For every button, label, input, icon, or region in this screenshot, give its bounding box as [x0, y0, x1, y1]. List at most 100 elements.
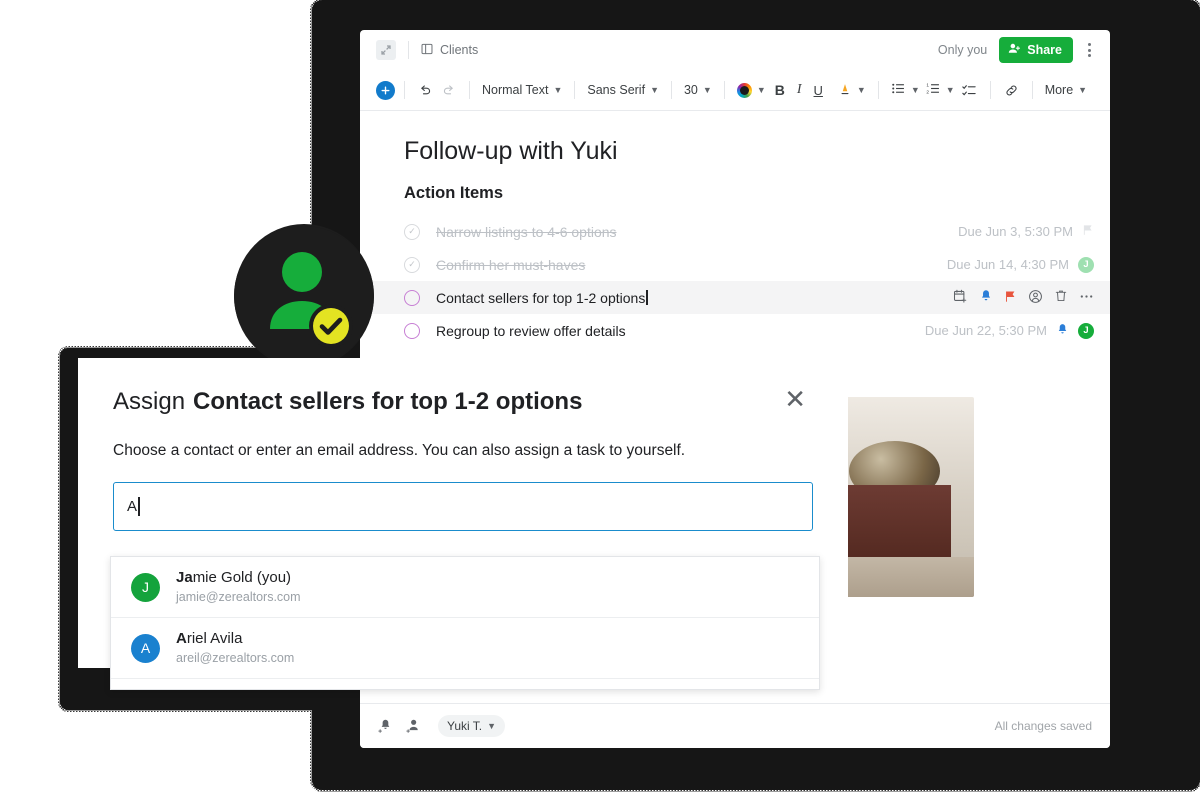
person-add-icon[interactable] — [406, 718, 422, 734]
assign-person-badge-icon — [234, 226, 374, 366]
font-family-label: Sans Serif — [587, 83, 646, 97]
table-row[interactable]: ✓ Narrow listings to 4-6 options Due Jun… — [360, 215, 1110, 248]
text-color-wheel-icon — [736, 82, 752, 98]
toolbar-divider-3 — [574, 81, 576, 99]
suggestion-list-padding — [111, 679, 819, 689]
assignee-suggestion-list: J Jamie Gold (you) jamie@zerealtors.com … — [110, 556, 820, 690]
checkbox-icon[interactable]: ✓ — [404, 223, 420, 240]
task-label: Narrow listings to 4-6 options — [436, 223, 617, 240]
suggestion-name-match: A — [176, 629, 187, 647]
paragraph-style-label: Normal Text — [482, 83, 549, 97]
collaborator-chip[interactable]: Yuki T. ▼ — [438, 715, 506, 737]
bulleted-list-icon — [891, 81, 906, 99]
italic-button[interactable]: I — [791, 82, 808, 98]
font-size-dropdown[interactable]: 30 ▼ — [681, 81, 715, 99]
more-horizontal-icon[interactable] — [1079, 289, 1094, 307]
assignee-search-input[interactable]: A — [113, 482, 813, 531]
toolbar-divider-4 — [670, 81, 672, 99]
modal-title-prefix: Assign — [113, 388, 186, 415]
suggestion-name: Ariel Avila — [176, 630, 242, 647]
titlebar-divider — [408, 41, 409, 59]
chevron-down-icon: ▼ — [856, 85, 866, 95]
save-status: All changes saved — [994, 719, 1092, 733]
modal-title-task: Contact sellers for top 1-2 options — [193, 388, 583, 415]
calendar-add-icon[interactable] — [953, 289, 968, 307]
toolbar-divider-8 — [1031, 81, 1033, 99]
chevron-down-icon: ▼ — [756, 85, 766, 95]
more-vertical-icon[interactable] — [1083, 39, 1096, 61]
font-family-dropdown[interactable]: Sans Serif ▼ — [584, 81, 662, 99]
text-cursor — [138, 497, 140, 516]
modal-title: Assign Contact sellers for top 1-2 optio… — [78, 358, 848, 416]
toolbar-divider-6 — [877, 81, 879, 99]
flag-icon[interactable] — [1082, 224, 1094, 239]
plus-circle-icon[interactable] — [376, 80, 395, 100]
highlight-pen-icon — [838, 82, 852, 99]
share-label: Share — [1027, 43, 1062, 57]
task-label: Regroup to review offer details — [436, 322, 626, 339]
table-row-active[interactable]: Contact sellers for top 1-2 options — [360, 281, 1110, 314]
redo-icon[interactable] — [437, 81, 460, 100]
suggestion-text: Ariel Avila areil@zerealtors.com — [176, 629, 294, 667]
page-title: Follow-up with Yuki — [404, 137, 618, 165]
toolbar-divider-5 — [723, 81, 725, 99]
flag-icon[interactable] — [1004, 290, 1017, 306]
avatar[interactable]: J — [1078, 322, 1094, 339]
chevron-down-icon: ▼ — [945, 85, 955, 95]
due-date: Due Jun 22, 5:30 PM — [924, 323, 1047, 338]
task-meta: Due Jun 3, 5:30 PM — [958, 224, 1094, 239]
close-icon[interactable]: ✕ — [782, 386, 808, 412]
bell-icon[interactable] — [1056, 323, 1069, 339]
chevron-down-icon: ▼ — [910, 85, 920, 95]
collaborator-label: Yuki T. — [447, 719, 483, 733]
undo-icon[interactable] — [414, 81, 437, 100]
due-date: Due Jun 14, 4:30 PM — [946, 257, 1069, 272]
board-icon — [421, 43, 433, 58]
expand-icon[interactable] — [376, 40, 396, 60]
more-tools-dropdown[interactable]: More ▼ — [1042, 81, 1090, 99]
numbered-list-dropdown[interactable]: 1 2 ▼ — [923, 79, 958, 101]
suggestion-name: Jamie Gold (you) — [176, 569, 291, 586]
bell-add-icon[interactable] — [378, 718, 394, 734]
task-label: Confirm her must-haves — [436, 256, 586, 273]
paragraph-style-dropdown[interactable]: Normal Text ▼ — [479, 81, 565, 99]
suggestion-email: areil@zerealtors.com — [176, 651, 295, 666]
assignee-search-value: A — [127, 498, 138, 515]
trash-icon[interactable] — [1054, 289, 1068, 306]
avatar: A — [131, 633, 160, 663]
breadcrumb[interactable]: Clients — [421, 43, 478, 58]
highlight-dropdown[interactable]: ▼ — [835, 80, 869, 101]
checkbox-icon[interactable]: ✓ — [404, 256, 420, 273]
person-add-icon — [1008, 42, 1021, 58]
avatar[interactable]: J — [1078, 256, 1094, 273]
underline-button[interactable]: U — [808, 83, 829, 98]
suggestion-text: Jamie Gold (you) jamie@zerealtors.com — [176, 568, 301, 606]
toolbar-divider-7 — [989, 81, 991, 99]
section-heading: Action Items — [404, 184, 504, 202]
assign-person-badge-art — [234, 224, 374, 368]
format-toolbar: Normal Text ▼ Sans Serif ▼ 30 ▼ ▼ B I U — [360, 70, 1110, 111]
chevron-down-icon: ▼ — [487, 721, 497, 731]
assign-person-icon[interactable] — [1028, 289, 1043, 307]
list-item[interactable]: J Jamie Gold (you) jamie@zerealtors.com — [111, 557, 819, 618]
checkbox-icon[interactable] — [404, 289, 420, 306]
task-meta: Due Jun 22, 5:30 PM J — [924, 322, 1094, 339]
suggestion-name-rest: mie Gold (you) — [192, 568, 292, 586]
bold-button[interactable]: B — [769, 82, 791, 98]
bell-icon[interactable] — [979, 289, 993, 306]
bulleted-list-dropdown[interactable]: ▼ — [888, 79, 923, 101]
text-cursor — [646, 290, 648, 305]
list-item[interactable]: A Ariel Avila areil@zerealtors.com — [111, 618, 819, 679]
checklist-icon[interactable] — [958, 81, 981, 100]
chevron-down-icon: ▼ — [702, 85, 712, 95]
suggestion-name-match: Ja — [176, 568, 193, 586]
table-row[interactable]: ✓ Confirm her must-haves Due Jun 14, 4:3… — [360, 248, 1110, 281]
table-row[interactable]: Regroup to review offer details Due Jun … — [360, 314, 1110, 347]
link-icon[interactable] — [1000, 81, 1023, 100]
text-color-dropdown[interactable]: ▼ — [734, 81, 769, 100]
share-button[interactable]: Share — [999, 37, 1073, 63]
svg-text:1: 1 — [926, 82, 929, 87]
due-date: Due Jun 3, 5:30 PM — [958, 224, 1073, 239]
svg-text:2: 2 — [926, 90, 929, 95]
checkbox-icon[interactable] — [404, 322, 420, 339]
